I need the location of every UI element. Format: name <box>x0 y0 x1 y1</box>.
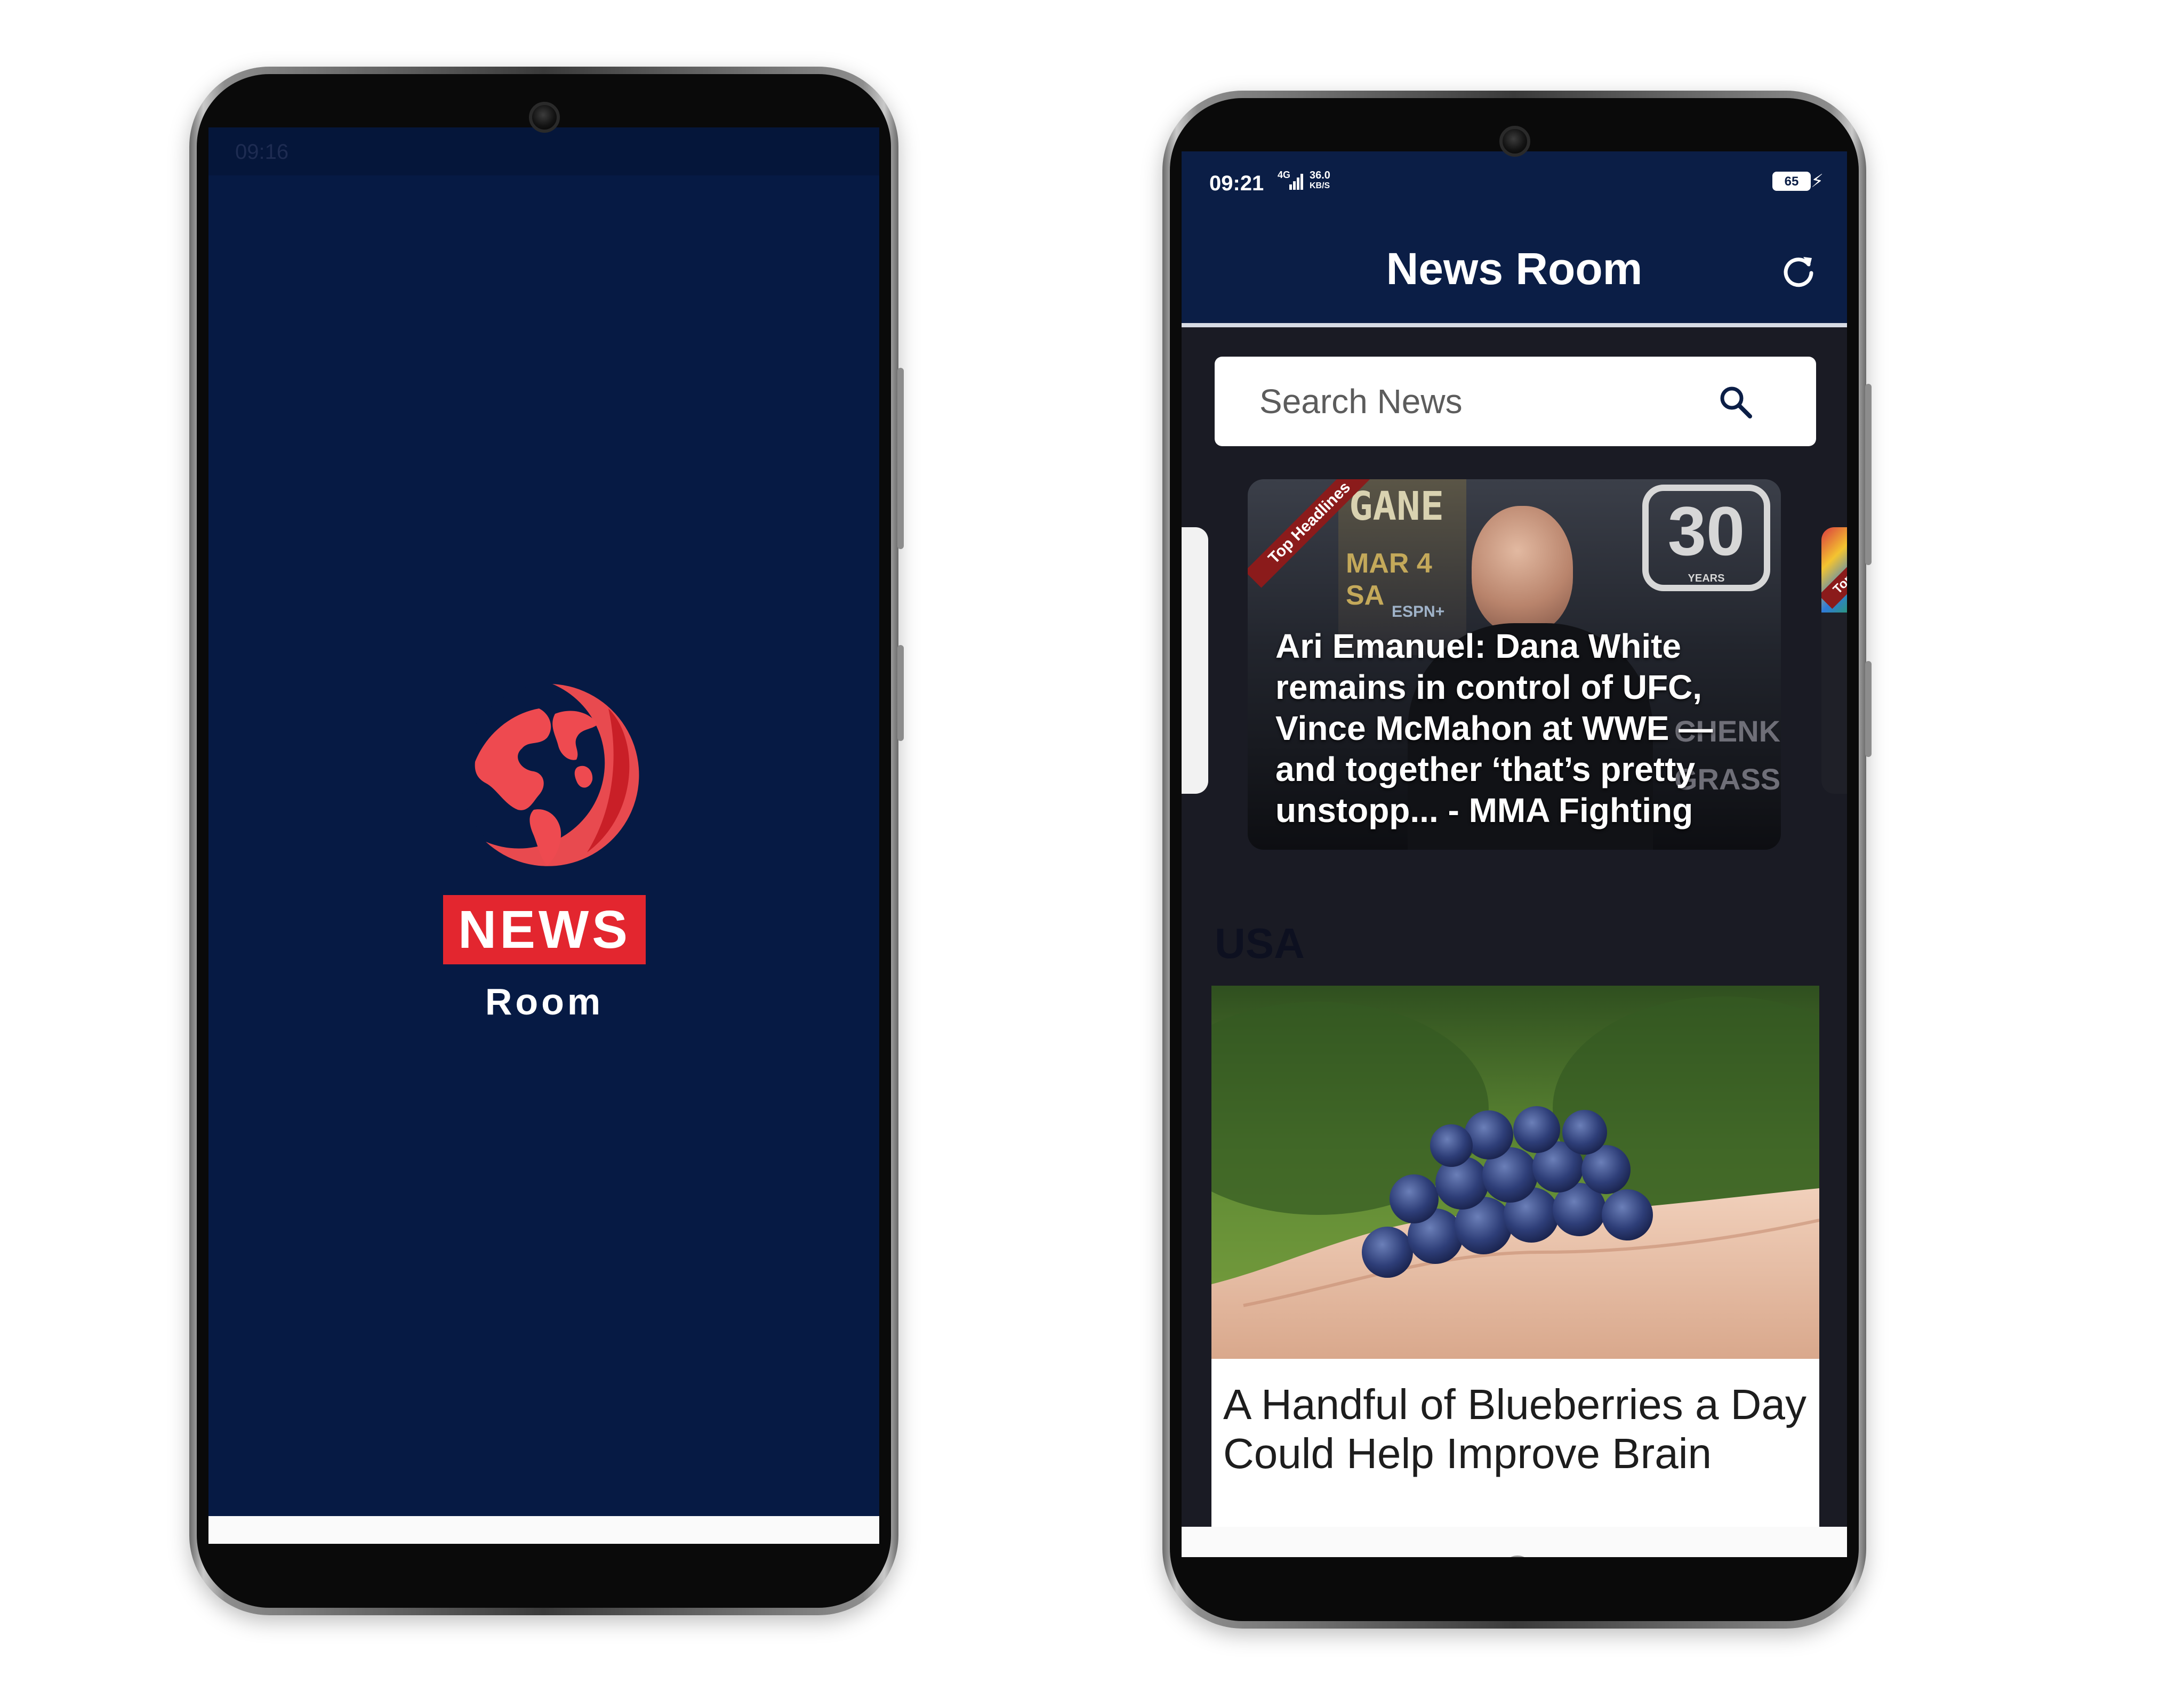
front-camera <box>529 102 560 133</box>
refresh-icon[interactable] <box>1780 252 1817 289</box>
home-icon[interactable] <box>1502 1555 1533 1557</box>
carousel-card-previous[interactable] <box>1182 527 1208 794</box>
carousel-card-headline[interactable]: GANE MAR 4 SA ESPN+ 30 YEARS CHENKO GRAS… <box>1248 479 1781 850</box>
battery-level: 65 <box>1784 174 1799 189</box>
system-nav-bar <box>208 1516 879 1544</box>
power-button <box>897 368 904 549</box>
data-speed-unit: KB/S <box>1310 181 1330 190</box>
logo-room-label: Room <box>485 981 604 1022</box>
search-input[interactable] <box>1215 357 1673 446</box>
status-bar: 09:21 4G 36.0 KB/S 65 ⚡ <box>1182 151 1847 205</box>
volume-button <box>897 645 904 741</box>
globe-logo-icon <box>461 683 644 867</box>
app-header: News Room <box>1182 205 1847 327</box>
poster-gane-text: GANE <box>1349 484 1444 529</box>
status-time: 09:21 <box>1209 172 1264 195</box>
status-time: 09:16 <box>235 140 289 164</box>
article-card[interactable]: A Handful of Blueberries a Day Could Hel… <box>1211 986 1819 1557</box>
splash-screen: 09:16 NEWS Room <box>208 127 879 1544</box>
status-bar: 09:16 <box>208 127 879 175</box>
search-bar[interactable] <box>1215 357 1816 446</box>
search-icon[interactable] <box>1718 384 1753 420</box>
headline-text: Ari Emanuel: Dana White remains in contr… <box>1275 627 1713 829</box>
ufc-30-logo: 30 YEARS <box>1642 485 1770 591</box>
front-camera <box>1499 126 1530 157</box>
person-head <box>1472 506 1573 634</box>
system-nav-bar <box>1182 1527 1847 1557</box>
bezel: 09:21 4G 36.0 KB/S 65 ⚡ News Room Search… <box>1170 98 1859 1621</box>
article-image <box>1211 986 1819 1359</box>
data-speed-value: 36.0 <box>1310 170 1330 181</box>
bezel: 09:16 NEWS Room <box>197 74 891 1608</box>
network-type: 4G <box>1278 170 1291 180</box>
article-title: A Handful of Blueberries a Day Could Hel… <box>1223 1381 1806 1477</box>
logo-news-label: NEWS <box>443 895 646 964</box>
phone-frame-left: 09:16 NEWS Room <box>189 67 898 1615</box>
logo-30-number: 30 <box>1667 492 1745 570</box>
phone-frame-right: 09:21 4G 36.0 KB/S 65 ⚡ News Room Search… <box>1162 91 1866 1629</box>
showcase-canvas: 09:16 NEWS Room 09:21 4G 36.0 KB/S 65 ⚡ … <box>0 0 2184 1692</box>
battery-icon: 65 <box>1772 172 1811 191</box>
signal-icon <box>1289 174 1303 190</box>
carousel-card-next[interactable]: Top H <box>1821 527 1847 794</box>
volume-button <box>1865 661 1872 757</box>
app-screen: 09:21 4G 36.0 KB/S 65 ⚡ News Room Search… <box>1182 151 1847 1557</box>
section-title-usa: USA <box>1215 920 1305 967</box>
charging-icon: ⚡ <box>1811 171 1824 191</box>
power-button <box>1865 384 1872 565</box>
page-title: News Room <box>1386 244 1643 294</box>
poster-brand-text: ESPN+ <box>1392 603 1445 621</box>
logo-years-text: YEARS <box>1688 573 1725 584</box>
back-icon[interactable] <box>1684 1556 1714 1558</box>
poster-date-text: MAR 4 SA <box>1346 548 1432 611</box>
